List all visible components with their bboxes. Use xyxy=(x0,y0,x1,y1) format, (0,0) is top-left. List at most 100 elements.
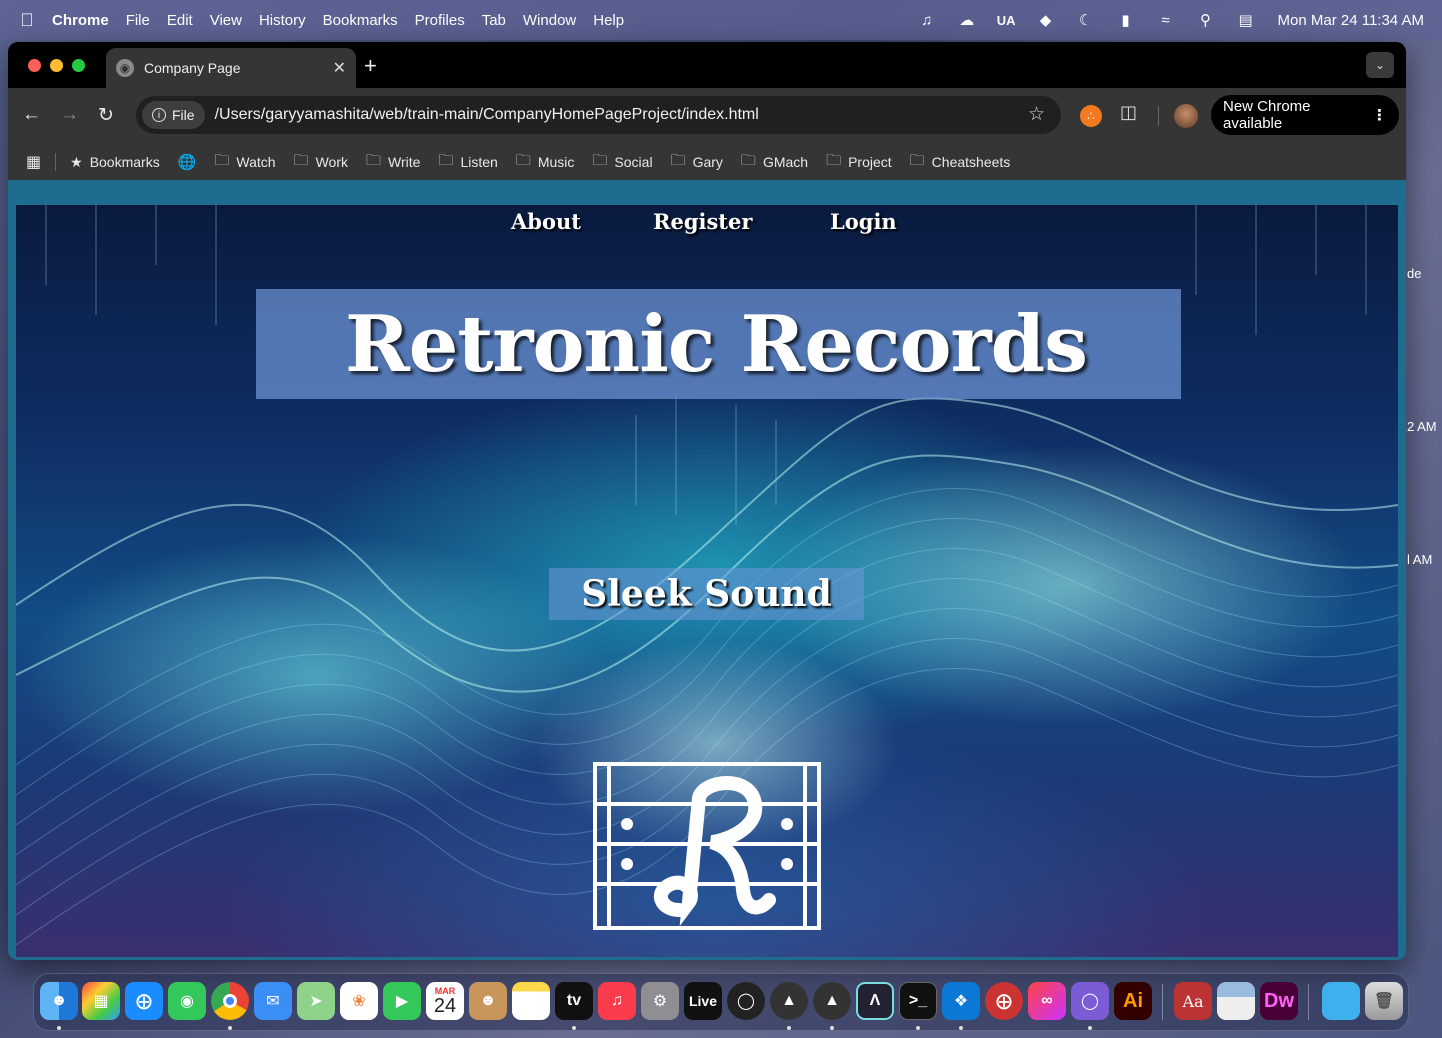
calendar-icon[interactable]: MAR 24 xyxy=(426,982,464,1020)
nav-link-about[interactable]: About xyxy=(511,209,581,234)
folder-icon[interactable] xyxy=(1322,982,1360,1020)
menu-bar-status-area: ♫ ☁ UA ◆ ☾ ▮ ≈ ⚲ ▤ Mon Mar 24 11:34 AM xyxy=(917,0,1424,40)
address-bar[interactable]: i File /Users/garyyamashita/web/train-ma… xyxy=(136,96,1061,134)
profile-avatar[interactable] xyxy=(1174,104,1198,128)
music-note-status-icon[interactable]: ♫ xyxy=(917,12,937,29)
spotlight-search-icon[interactable]: ⚲ xyxy=(1196,11,1216,29)
launchpad-icon[interactable]: ▦ xyxy=(82,982,120,1020)
bookmarks-divider xyxy=(55,153,57,171)
system-settings-icon[interactable]: ⚙ xyxy=(641,982,679,1020)
terminal-icon[interactable]: >_ xyxy=(899,982,937,1020)
bookmark-label: Project xyxy=(848,154,892,170)
contacts-icon[interactable]: ☻ xyxy=(469,982,507,1020)
forward-arrow-icon[interactable]: → xyxy=(60,104,79,126)
mail-icon[interactable]: ✉ xyxy=(254,982,292,1020)
menu-window[interactable]: Window xyxy=(523,12,576,29)
chrome-icon[interactable] xyxy=(211,982,249,1020)
close-tab-icon[interactable]: ✕ xyxy=(333,58,346,78)
menu-bar-clock[interactable]: Mon Mar 24 11:34 AM xyxy=(1278,12,1424,29)
logic-icon[interactable]: Λ xyxy=(856,982,894,1020)
ua-console-icon[interactable]: ▲ xyxy=(813,982,851,1020)
input-source-indicator[interactable]: UA xyxy=(997,13,1016,28)
site-navigation: About Register Login xyxy=(16,209,1398,243)
menu-view[interactable]: View xyxy=(210,12,242,29)
vscode-icon[interactable]: ❖ xyxy=(942,982,980,1020)
safari-icon[interactable]: ⨁ xyxy=(125,982,163,1020)
bookmark-folder-cheatsheets[interactable]: 🗀 Cheatsheets xyxy=(910,150,1011,175)
menu-file[interactable]: File xyxy=(126,12,150,29)
calendar-day: 24 xyxy=(433,995,457,1017)
menu-tab[interactable]: Tab xyxy=(482,12,506,29)
bookmark-label: GMach xyxy=(762,154,809,170)
obs-icon[interactable]: ◯ xyxy=(727,982,765,1020)
apps-grid-icon[interactable]: ▦ xyxy=(26,152,41,172)
menu-profiles[interactable]: Profiles xyxy=(415,12,465,29)
music-icon[interactable]: ♫ xyxy=(598,982,636,1020)
bookmark-folder-work[interactable]: 🗀 Work xyxy=(294,150,348,175)
bookmark-folder-social[interactable]: 🗀 Social xyxy=(592,150,652,175)
back-arrow-icon[interactable]: ← xyxy=(22,104,41,126)
ua-status-icon[interactable]: ◆ xyxy=(1036,11,1056,29)
bookmark-label: Cheatsheets xyxy=(931,154,1011,170)
url-text[interactable]: /Users/garyyamashita/web/train-main/Comp… xyxy=(215,106,759,124)
nav-link-login[interactable]: Login xyxy=(830,209,897,234)
tab-search-chevron-icon[interactable]: ⌄ xyxy=(1366,52,1394,78)
photos-icon[interactable]: ❀ xyxy=(340,982,378,1020)
macos-dock: ☻ ▦ ⨁ ◉ ✉ ➤ ❀ ▶ MAR 24 ☻ tv ♫ ⚙ Live ◯ ▲… xyxy=(33,973,1409,1031)
reload-icon[interactable]: ↻ xyxy=(98,104,114,127)
bookmark-folder-gary[interactable]: 🗀 Gary xyxy=(671,150,723,175)
bookmark-star-icon[interactable]: ☆ xyxy=(1028,103,1045,126)
active-tab[interactable]: ◉ Company Page ✕ xyxy=(106,48,356,88)
safari-dev-icon[interactable]: ⨁ xyxy=(985,982,1023,1020)
bookmark-folder-watch[interactable]: 🗀 Watch xyxy=(214,150,275,175)
close-window-button[interactable] xyxy=(28,59,41,72)
appletv-icon[interactable]: tv xyxy=(555,982,593,1020)
control-center-icon[interactable]: ▤ xyxy=(1236,11,1256,29)
chrome-window: ◉ Company Page ✕ + ⌄ ← → ↻ i File /Users… xyxy=(8,42,1406,960)
nav-link-register[interactable]: Register xyxy=(653,209,752,234)
desktop-edge-text: de xyxy=(1407,266,1422,281)
dreamweaver-icon[interactable]: Dw xyxy=(1260,982,1298,1020)
menu-chrome[interactable]: Chrome xyxy=(52,12,109,29)
maps-icon[interactable]: ➤ xyxy=(297,982,335,1020)
site-info-label: File xyxy=(172,107,195,123)
illustrator-label: Ai xyxy=(1123,989,1143,1012)
creative-cloud-icon[interactable]: ∞ xyxy=(1028,982,1066,1020)
preview-icon[interactable] xyxy=(1217,982,1255,1020)
bookmark-folder-listen[interactable]: 🗀 Listen xyxy=(438,150,497,175)
finder-icon[interactable]: ☻ xyxy=(40,982,78,1020)
dictionary-icon[interactable]: Aa xyxy=(1174,982,1212,1020)
wifi-icon[interactable]: ≈ xyxy=(1156,12,1176,29)
bookmark-bookmarks[interactable]: ★ Bookmarks xyxy=(70,154,160,171)
bookmark-folder-write[interactable]: 🗀 Write xyxy=(366,150,420,175)
battery-icon[interactable]: ▮ xyxy=(1116,11,1136,29)
bookmark-folder-gmach[interactable]: 🗀 GMach xyxy=(741,150,808,175)
dreamweaver-label: Dw xyxy=(1264,989,1294,1012)
creative-cloud-status-icon[interactable]: ☁ xyxy=(957,11,977,29)
menu-history[interactable]: History xyxy=(259,12,306,29)
minimize-window-button[interactable] xyxy=(50,59,63,72)
trash-icon[interactable]: 🗑 xyxy=(1365,982,1403,1020)
site-info-chip[interactable]: i File xyxy=(142,101,205,129)
bookmark-globe[interactable]: 🌐 xyxy=(178,153,197,171)
ableton-live-icon[interactable]: Live xyxy=(684,982,722,1020)
zoom-window-button[interactable] xyxy=(72,59,85,72)
extensions-puzzle-icon[interactable]: ◫ xyxy=(1120,102,1137,123)
menu-help[interactable]: Help xyxy=(593,12,624,29)
menu-bookmarks[interactable]: Bookmarks xyxy=(323,12,398,29)
new-chrome-available-button[interactable]: New Chrome available ⋮ xyxy=(1211,95,1399,135)
apple-menu-icon[interactable]:  xyxy=(16,10,38,31)
menu-edit[interactable]: Edit xyxy=(167,12,193,29)
github-icon[interactable]: ◯ xyxy=(1071,982,1109,1020)
facetime-icon[interactable]: ▶ xyxy=(383,982,421,1020)
bookmark-folder-music[interactable]: 🗀 Music xyxy=(516,150,575,175)
bookmark-folder-project[interactable]: 🗀 Project xyxy=(826,150,892,175)
ua-connect-icon[interactable]: ▲ xyxy=(770,982,808,1020)
messages-icon[interactable]: ◉ xyxy=(168,982,206,1020)
new-tab-plus-icon[interactable]: + xyxy=(364,53,377,79)
notes-icon[interactable] xyxy=(512,982,550,1020)
chrome-menu-kebab-icon[interactable]: ⋮ xyxy=(1372,106,1387,124)
illustrator-icon[interactable]: Ai xyxy=(1114,982,1152,1020)
rss-extension-icon[interactable]: ∴ xyxy=(1080,105,1102,127)
focus-moon-icon[interactable]: ☾ xyxy=(1076,11,1096,29)
